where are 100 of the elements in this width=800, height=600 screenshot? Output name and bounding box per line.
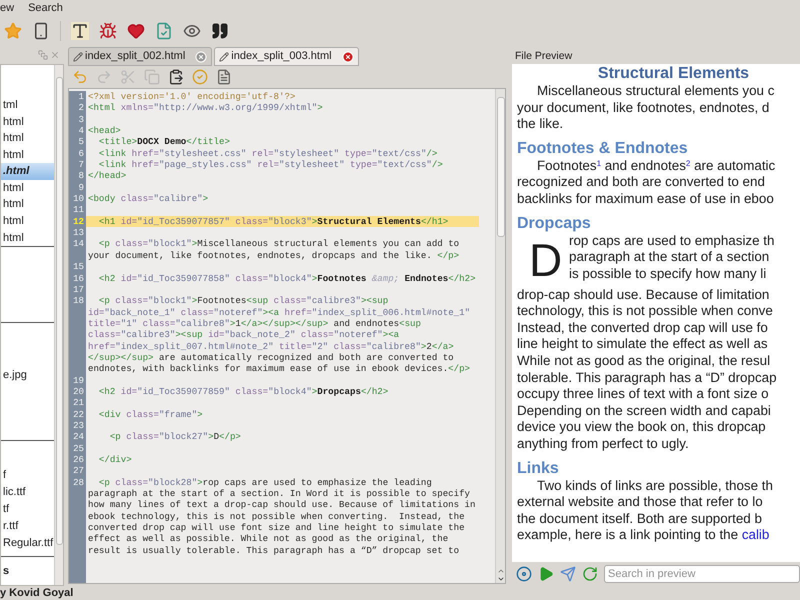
text-icon[interactable] — [71, 22, 89, 40]
code-line: <p class="block1">Miscellaneous structural elements you can add to your document, like footnotes, endnotes, dropcaps and the like. </p> — [87, 238, 460, 262]
line-number: 22 — [69, 408, 86, 420]
file-item[interactable]: html — [1, 146, 54, 164]
preview-heading: Links — [517, 458, 560, 478]
file-item[interactable]: tf — [1, 501, 54, 518]
code-line: </head> — [87, 170, 128, 182]
play-icon[interactable] — [538, 566, 554, 582]
scrollbar-thumb[interactable] — [496, 97, 504, 237]
file-item[interactable]: html — [1, 114, 54, 130]
file-item[interactable]: html — [1, 196, 54, 213]
line-number: 10 — [69, 193, 86, 204]
file-tab[interactable]: index_split_003.html — [214, 47, 359, 66]
line-number: 3 — [69, 114, 86, 126]
code-line: <html xmlns="http://www.w3.org/1999/xhtml"> — [87, 102, 324, 114]
line-number: 18 — [69, 295, 86, 375]
preview-text: technology, this is not possible when conve — [517, 303, 774, 320]
document-check-icon[interactable] — [155, 22, 173, 40]
search-field[interactable]: Search in preview — [604, 565, 800, 583]
line-number: 11 — [69, 204, 86, 216]
bug-icon[interactable] — [99, 22, 117, 40]
code-line: <h2 id="id_Toc359077858" class="block4">Footnotes &amp; Endnotes</h2> — [98, 272, 477, 284]
file-item[interactable]: tml — [1, 97, 54, 114]
preview-text: occupy three lines of text with a font size o — [517, 386, 770, 403]
code-line: <p class="block27">D</p> — [108, 431, 242, 443]
preview-text: anything from perfect to ugly. — [517, 436, 690, 452]
line-number: 27 — [69, 465, 86, 477]
preview-text: Miscellaneous structural elements you c — [536, 83, 776, 100]
code-line: <head> — [87, 125, 122, 136]
line-number: 4 — [69, 125, 86, 136]
preview-text: rop caps are used to emphasize th — [568, 232, 774, 250]
eye-icon[interactable] — [183, 22, 201, 40]
check-circle-icon[interactable] — [192, 69, 208, 85]
line-number: 5 — [69, 136, 86, 148]
file-tab[interactable]: index_split_002.html — [68, 47, 212, 66]
star-icon[interactable] — [4, 22, 22, 40]
preview-text: your document, like footnotes, endnotes, d — [517, 100, 770, 116]
close-icon[interactable] — [195, 50, 208, 62]
file-item[interactable]: html — [1, 230, 54, 246]
file-item[interactable]: html — [1, 180, 54, 196]
preview-heading: Dropcaps — [517, 214, 592, 233]
line-number: 15 — [69, 261, 86, 272]
code-line: </div> — [98, 454, 133, 466]
line-number: 1 — [69, 91, 86, 102]
pencil-icon — [219, 52, 230, 62]
disc-icon[interactable] — [516, 566, 532, 582]
phone-icon[interactable] — [32, 22, 50, 40]
scrollbar[interactable] — [495, 89, 505, 583]
line-number: 17 — [69, 284, 86, 296]
refresh-icon[interactable] — [582, 566, 598, 582]
preview-text: recognized and both are converted to end — [517, 174, 766, 191]
line-number: 8 — [69, 170, 86, 182]
preview-link[interactable]: calib — [738, 527, 770, 542]
file-item[interactable]: lic.ttf — [1, 484, 54, 501]
preview-text: tolerable. This paragraph has a “D” dropcap — [517, 370, 778, 386]
quote-icon[interactable] — [211, 22, 229, 40]
undo-icon[interactable] — [72, 69, 88, 85]
menu-item[interactable]: ew — [0, 0, 14, 16]
heart-icon[interactable] — [127, 22, 145, 40]
preview-text: backlinks for maximum ease of use in eboo — [517, 190, 775, 208]
scroll-up-icon[interactable] — [496, 567, 504, 575]
file-item[interactable]: html — [1, 130, 54, 147]
panel-title: File Preview — [514, 49, 574, 64]
preview-text: While not as good as the original, the resul — [517, 352, 772, 370]
scroll-down-icon[interactable] — [496, 575, 504, 583]
line-number: 21 — [69, 397, 86, 409]
line-number: 2 — [69, 102, 86, 114]
preview-text: paragraph at the start of a section — [568, 249, 770, 266]
file-item[interactable]: e.jpg — [1, 367, 54, 384]
preview-title: Structural Elements — [596, 64, 750, 83]
line-number: 13 — [69, 227, 86, 238]
send-icon[interactable] — [560, 566, 576, 582]
drop-cap: D — [528, 232, 561, 287]
preview-text: the like. — [517, 116, 564, 133]
code-line: <p class="block28">rop caps are used to emphasize the leading paragraph at the start of a section. In Word it is possible to specify how many lines of text a drop-cap should use. Because of limitations in ebook technology, this is not possible when converting. Instead, the converted drop cap will use font size and line height to simulate the effect as well as possible. While not as good as the original, the result is usually tolerable. This paragraph has a “D” dropcap set to — [87, 476, 476, 556]
code-line: <link href="page_styles.css" rel="stylesheet" type="text/css"/> — [98, 159, 444, 170]
preview-text: Two kinds of links are possible, those th — [536, 478, 774, 494]
preview-text: the document itself. Both are supported b — [517, 510, 763, 528]
file-item[interactable]: r.ttf — [1, 518, 54, 535]
document-icon[interactable] — [216, 69, 232, 85]
scrollbar-thumb[interactable] — [56, 77, 62, 545]
menu-item[interactable]: Search — [28, 0, 63, 16]
preview-heading: Footnotes & Endnotes — [517, 138, 689, 158]
code-line: <title>DOCX Demo</title> — [98, 136, 231, 148]
code-line: <h2 id="id_Toc359077859" class="block4">Dropcaps</h2> — [98, 386, 390, 398]
status-text: y Kovid Goyal — [0, 586, 74, 600]
code-line: <div class="frame"> — [98, 408, 204, 420]
float-icon[interactable] — [38, 50, 48, 60]
file-item[interactable]: .html — [1, 163, 54, 180]
close-icon[interactable] — [342, 50, 354, 62]
file-item[interactable]: html — [1, 212, 54, 230]
code-line: <link href="stylesheet.css" rel="stylesheet" type="text/css"/> — [98, 148, 438, 160]
line-number: 28 — [69, 476, 86, 556]
scrollbar[interactable] — [54, 65, 63, 585]
file-item[interactable]: Regular.ttf — [1, 535, 54, 552]
file-item[interactable]: f — [1, 467, 54, 484]
line-number: 25 — [69, 442, 86, 454]
line-number: 20 — [69, 386, 86, 398]
preview-text: Footnotes$^{1}$ and endnotes$^{2}$ are automatic — [536, 158, 776, 174]
paste-icon[interactable] — [168, 69, 184, 85]
